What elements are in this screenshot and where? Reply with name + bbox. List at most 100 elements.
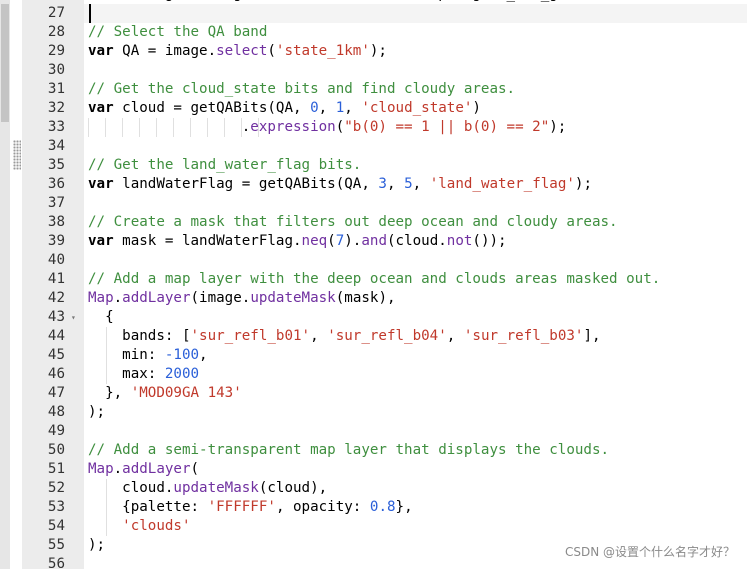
code-text: // Get the cloud_state bits and find clo…: [88, 80, 515, 99]
code-line[interactable]: 34: [22, 137, 747, 156]
code-token: 1: [335, 100, 345, 116]
line-number: 32: [47, 100, 65, 116]
code-text: // Create a mask that filters out deep o…: [88, 213, 618, 232]
code-line[interactable]: 44 bands: ['sur_refl_b01', 'sur_refl_b04…: [22, 327, 747, 346]
code-line[interactable]: 48);: [22, 403, 747, 422]
code-token: not: [446, 233, 473, 249]
line-number: 37: [47, 195, 65, 211]
code-token: // Get the cloud_state bits and find clo…: [88, 81, 516, 97]
code-text: var QA = image.select('state_1km');: [88, 42, 387, 61]
code-token: mask = landWaterFlag.: [113, 233, 302, 249]
line-number: 29: [47, 43, 65, 59]
code-token: 7: [335, 233, 345, 249]
code-text: cloud.updateMask(cloud),: [88, 479, 327, 498]
line-number: 41: [47, 271, 65, 287]
code-line[interactable]: 54 'clouds': [22, 517, 747, 536]
code-token: ,: [310, 328, 328, 344]
code-token: addLayer: [122, 461, 191, 477]
code-text: min: -100,: [88, 346, 207, 365]
code-token: ,: [318, 100, 336, 116]
code-text: );: [88, 536, 105, 555]
code-token: 'cloud_state': [361, 100, 473, 116]
code-text: var landWaterFlag = getQABits(QA, 3, 5, …: [88, 175, 592, 194]
code-text: var mask = landWaterFlag.neq(7).and(clou…: [88, 232, 507, 251]
line-number: 48: [47, 404, 65, 420]
line-number: 44: [47, 328, 65, 344]
resize-grip-icon[interactable]: [13, 140, 21, 170]
code-token: var: [88, 233, 114, 249]
code-token: 'MOD09GA 143': [130, 385, 242, 401]
line-number: 31: [47, 81, 65, 97]
code-token: (mask),: [335, 290, 396, 306]
code-text: bands: ['sur_refl_b01', 'sur_refl_b04', …: [88, 327, 600, 346]
line-number: 55: [47, 537, 65, 553]
code-line[interactable]: 31 // Get the cloud_state bits and find c…: [22, 80, 747, 99]
code-token: .: [113, 290, 123, 306]
code-token: var: [88, 176, 114, 192]
code-line[interactable]: 42 Map.addLayer(image.updateMask(mask),: [22, 289, 747, 308]
code-token: 'clouds': [122, 518, 191, 534]
line-number: 53: [47, 499, 65, 515]
code-line[interactable]: 46 max: 2000: [22, 365, 747, 384]
code-line[interactable]: 41 // Add a map layer with the deep ocean…: [22, 270, 747, 289]
code-token: // Select the QA band: [88, 24, 268, 40]
code-line[interactable]: 38 // Create a mask that filters out deep…: [22, 213, 747, 232]
code-line[interactable]: 40: [22, 251, 747, 270]
code-line[interactable]: 30: [22, 61, 747, 80]
line-number: 51: [47, 461, 65, 477]
code-line[interactable]: 43 ▾ {: [22, 308, 747, 327]
code-token: QA = image.: [113, 43, 217, 59]
code-text: // Get the land_water_flag bits.: [88, 156, 361, 175]
code-line[interactable]: 47 }, 'MOD09GA 143': [22, 384, 747, 403]
code-token: (cloud.: [386, 233, 447, 249]
code-token: ,: [386, 176, 405, 192]
fold-arrow-icon[interactable]: ▾: [71, 308, 76, 327]
code-token: , opacity:: [275, 499, 370, 515]
code-token: 0: [310, 100, 319, 116]
code-token: 'land_water_flag': [429, 176, 575, 192]
code-token: 'sur_refl_b01': [190, 328, 311, 344]
code-token: },: [88, 385, 131, 401]
vertical-scrollbar[interactable]: [0, 0, 10, 569]
code-line[interactable]: 37: [22, 194, 747, 213]
code-token: Map: [88, 290, 114, 306]
code-line[interactable]: 51 Map.addLayer(: [22, 460, 747, 479]
code-line[interactable]: 27: [22, 4, 747, 23]
line-number: 35: [47, 157, 65, 173]
line-number: 52: [47, 480, 65, 496]
code-line[interactable]: 33 .expression("b(0) == 1 || b(0) == 2")…: [22, 118, 747, 137]
code-line[interactable]: 32 var cloud = getQABits(QA, 0, 1, 'cloud…: [22, 99, 747, 118]
code-line[interactable]: 36 var landWaterFlag = getQABits(QA, 3, 5…: [22, 175, 747, 194]
code-token: ).: [344, 233, 362, 249]
code-token: 'sur_refl_b03': [463, 328, 584, 344]
code-token: // Add a semi-transparent map layer that…: [88, 442, 610, 458]
code-token: select: [216, 43, 268, 59]
code-text: 'clouds': [88, 517, 191, 536]
code-token: ,: [344, 100, 362, 116]
code-line[interactable]: 49: [22, 422, 747, 441]
code-line[interactable]: 39 var mask = landWaterFlag.neq(7).and(cl…: [22, 232, 747, 251]
code-line[interactable]: 35 // Get the land_water_flag bits.: [22, 156, 747, 175]
code-token: );: [549, 119, 567, 135]
code-line[interactable]: 50 // Add a semi-transparent map layer th…: [22, 441, 747, 460]
code-line[interactable]: 53 {palette: 'FFFFFF', opacity: 0.8},: [22, 498, 747, 517]
code-line[interactable]: 45 min: -100,: [22, 346, 747, 365]
code-editor[interactable]: 26 var image = imageCollection.first().c…: [0, 0, 747, 569]
code-token: min:: [88, 347, 165, 363]
code-token: (: [327, 233, 336, 249]
code-lines[interactable]: 26 var image = imageCollection.first().c…: [22, 0, 747, 569]
watermark: CSDN @设置个什么名字才好？: [564, 545, 735, 559]
scrollbar-thumb[interactable]: [1, 4, 9, 122]
code-token: },: [395, 499, 413, 515]
code-line[interactable]: 52 cloud.updateMask(cloud),: [22, 479, 747, 498]
code-line[interactable]: 29 var QA = image.select('state_1km');: [22, 42, 747, 61]
code-token: {palette:: [88, 499, 208, 515]
code-line[interactable]: 28 // Select the QA band: [22, 23, 747, 42]
text-cursor: [89, 4, 91, 23]
code-token: 'sur_refl_b04': [327, 328, 447, 344]
code-token: 3: [378, 176, 387, 192]
line-number: 34: [47, 138, 65, 154]
code-text: var cloud = getQABits(QA, 0, 1, 'cloud_s…: [88, 99, 481, 118]
code-text: Map.addLayer(image.updateMask(mask),: [88, 289, 396, 308]
code-text: }, 'MOD09GA 143': [88, 384, 242, 403]
